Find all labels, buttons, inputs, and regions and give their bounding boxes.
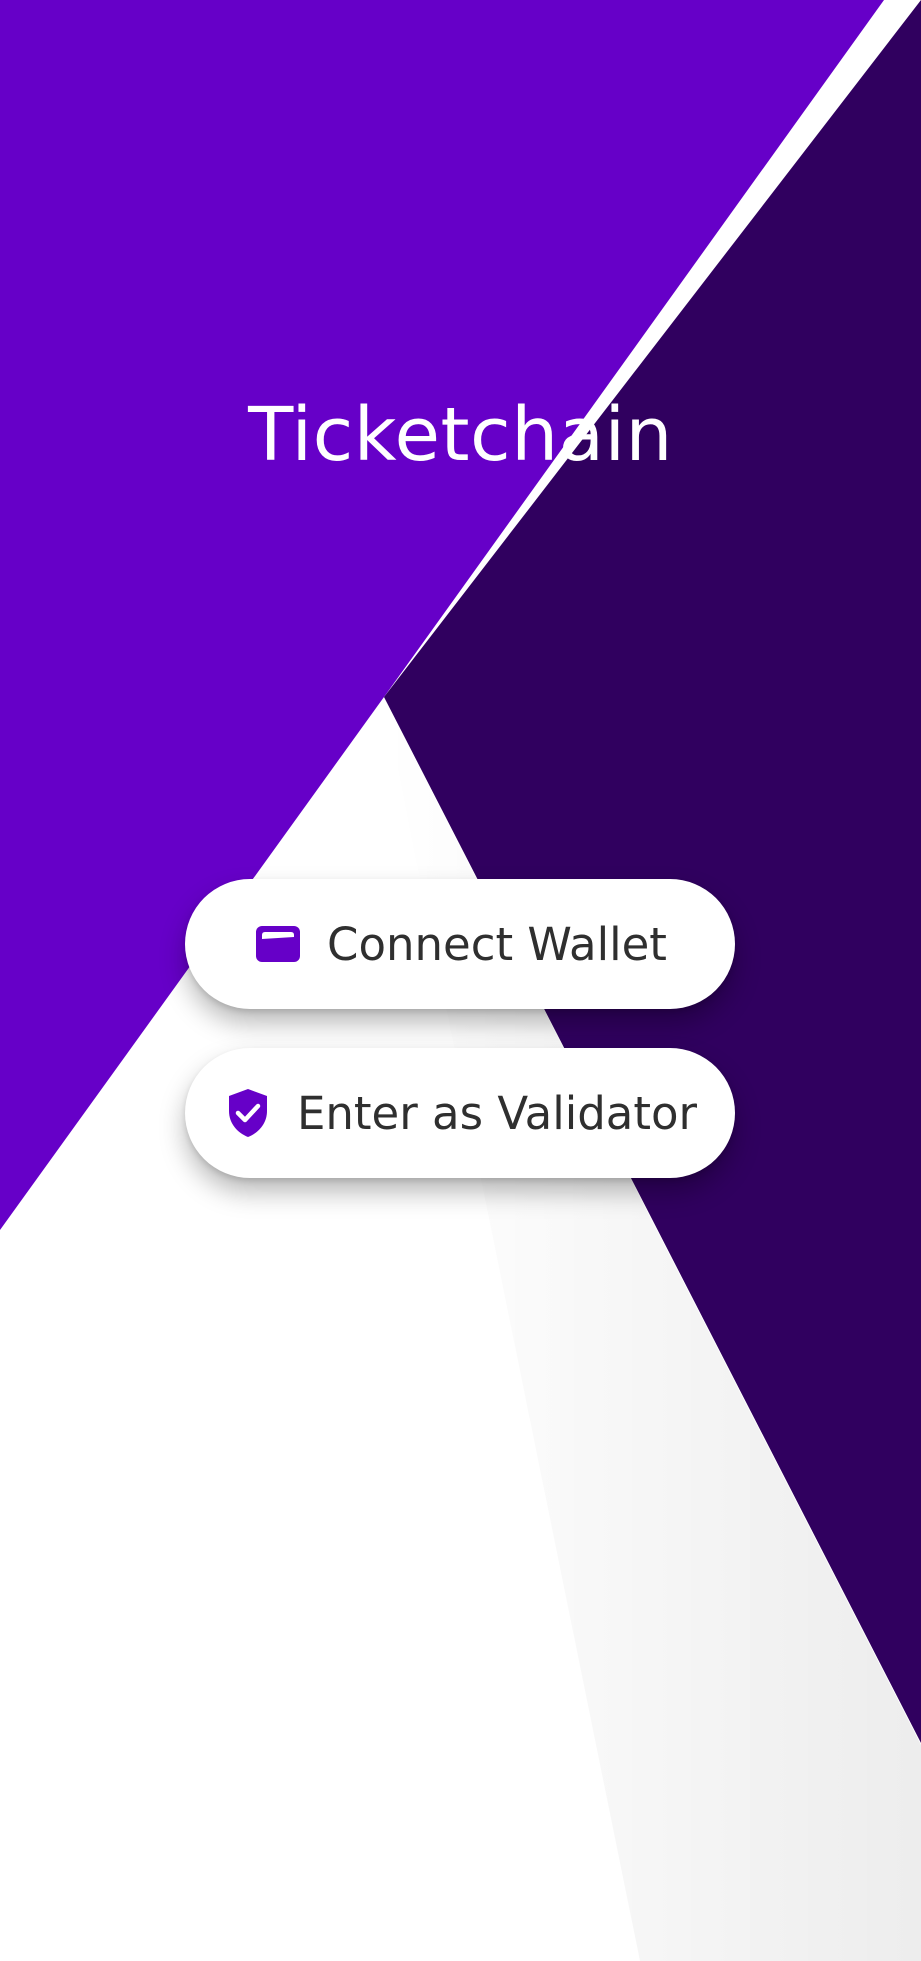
- shield-check-icon: [223, 1088, 273, 1138]
- connect-wallet-button[interactable]: Connect Wallet: [185, 879, 735, 1009]
- enter-as-validator-label: Enter as Validator: [296, 1086, 698, 1140]
- enter-as-validator-button[interactable]: Enter as Validator: [185, 1048, 735, 1178]
- connect-wallet-label: Connect Wallet: [327, 917, 667, 971]
- wallet-icon: [253, 919, 303, 969]
- app-title: Ticketchain: [248, 392, 673, 478]
